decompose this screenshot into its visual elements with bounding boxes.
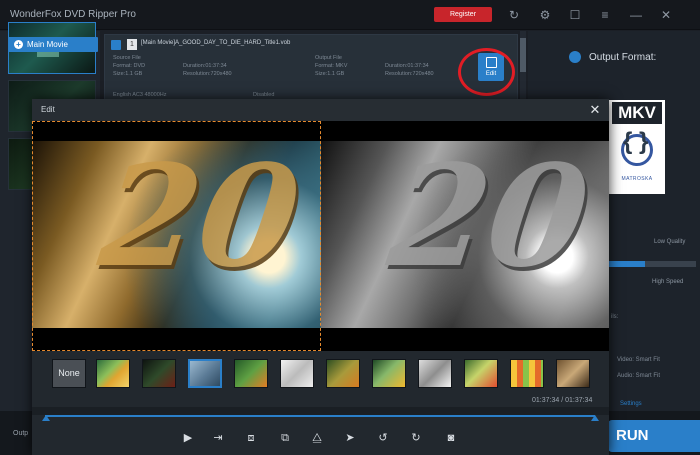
file-row[interactable]: 1 [Main Movie]A_GOOD_DAY_TO_DIE_HARD_Tit… — [104, 34, 518, 100]
edit-dialog-title: Edit — [41, 105, 55, 114]
main-movie-button[interactable]: + Main Movie — [8, 37, 98, 52]
quality-slider-track[interactable] — [645, 261, 696, 267]
audio-track[interactable]: English AC3 48000Hz — [113, 91, 167, 99]
audio-setting: Audio: Smart Fit — [617, 373, 661, 379]
format-badge-text: MKV — [612, 102, 662, 124]
output-size: Size:1.1 GB — [315, 71, 345, 77]
register-button[interactable]: Register — [434, 7, 492, 22]
format-badge[interactable]: MKV { } MATROSKA — [609, 100, 665, 194]
app-titlebar: WonderFox DVD Ripper Pro Register ↻ ⚙ ☐ … — [0, 0, 700, 30]
subtitle-track[interactable]: Disabled — [253, 91, 274, 99]
output-duration: Duration:01:37:34 — [385, 63, 429, 69]
file-checkbox[interactable] — [111, 40, 121, 50]
timeline-track[interactable] — [45, 415, 595, 417]
file-index: 1 — [127, 39, 137, 50]
close-icon[interactable]: ✕ — [657, 6, 675, 24]
snapshot-icon[interactable]: ◙ — [442, 429, 460, 447]
crop-selection[interactable] — [32, 121, 321, 351]
timeline-background — [32, 407, 609, 415]
filter-sepia[interactable] — [556, 359, 590, 388]
edit-dialog-titlebar: Edit ✕ — [32, 99, 609, 121]
flip-icon[interactable]: ⧋ — [308, 429, 326, 447]
source-resolution: Resolution:720x480 — [183, 71, 232, 77]
play-icon[interactable]: ▶ — [179, 429, 197, 447]
mark-out-icon[interactable]: ⧉ — [276, 429, 294, 447]
trim-end-handle[interactable] — [591, 415, 599, 421]
refresh-icon[interactable]: ↻ — [505, 6, 523, 24]
quality-slider-fill[interactable] — [609, 261, 645, 267]
quality-high-label: High Speed — [652, 279, 684, 285]
source-size: Size:1.1 GB — [113, 71, 143, 77]
output-format-icon — [569, 51, 581, 63]
app-title: WonderFox DVD Ripper Pro — [10, 9, 136, 20]
close-icon[interactable]: ✕ — [587, 102, 603, 118]
filter-strip: None — [52, 359, 592, 389]
output-folder-label: Outp — [13, 430, 29, 437]
filter-dark-leaf[interactable] — [142, 359, 176, 388]
trim-start-handle[interactable] — [42, 415, 50, 421]
edit-highlight-circle — [458, 48, 515, 96]
frame-logo: 20 — [364, 135, 609, 299]
gear-icon[interactable]: ⚙ — [536, 6, 554, 24]
plus-icon: + — [14, 40, 23, 49]
filter-color-grid[interactable] — [510, 359, 544, 388]
filter-green-leaf[interactable] — [234, 359, 268, 388]
help-icon[interactable]: ☐ — [566, 6, 584, 24]
rotate-left-icon[interactable]: ↺ — [374, 429, 392, 447]
filter-blue[interactable] — [188, 359, 222, 388]
time-display: 01:37:34 / 01:37:34 — [532, 397, 593, 404]
brace-icon: { } — [623, 128, 649, 155]
format-badge-sub: MATROSKA — [621, 176, 653, 182]
video-setting: Video: Smart Fit — [617, 357, 660, 363]
next-frame-icon[interactable]: ➤ — [341, 429, 359, 447]
effect-preview: 20 — [321, 121, 609, 351]
settings-icon[interactable]: ≡ — [596, 6, 614, 24]
rotate-right-icon[interactable]: ↻ — [407, 429, 425, 447]
filter-flower[interactable] — [96, 359, 130, 388]
source-heading: Source File — [113, 55, 141, 61]
filter-emboss[interactable] — [418, 359, 452, 388]
filter-warm[interactable] — [326, 359, 360, 388]
effect-video-frame: 20 — [321, 135, 609, 328]
source-format: Format: DVD — [113, 63, 146, 69]
step-forward-icon[interactable]: ⇥ — [209, 429, 227, 447]
run-button[interactable]: RUN — [608, 420, 700, 452]
filter-none[interactable]: None — [52, 359, 86, 388]
playback-controls: ▶ ⇥ ⧈ ⧉ ⧋ ➤ ↺ ↻ ◙ — [32, 423, 609, 455]
settings-link[interactable]: Settings — [620, 401, 642, 407]
file-name: [Main Movie]A_GOOD_DAY_TO_DIE_HARD_Title… — [141, 40, 291, 46]
output-format-label: Output Format: — [589, 52, 657, 63]
main-movie-label: Main Movie — [27, 40, 68, 49]
filter-green-leaf-2[interactable] — [372, 359, 406, 388]
source-duration: Duration:01:37:34 — [183, 63, 227, 69]
mark-in-icon[interactable]: ⧈ — [242, 429, 260, 447]
edit-dialog: Edit ✕ 20 20 None 01:37:34 / 01:37:34 ▶ … — [32, 99, 609, 455]
filter-red-flower[interactable] — [464, 359, 498, 388]
list-scrollbar-thumb[interactable] — [520, 38, 526, 72]
filter-sketch[interactable] — [280, 359, 314, 388]
settings-heading: ils: — [611, 314, 619, 320]
quality-low-label: Low Quality — [654, 239, 686, 245]
output-format: Format: MKV — [315, 63, 348, 69]
minimize-icon[interactable]: — — [627, 6, 645, 24]
output-heading: Output File — [315, 55, 342, 61]
output-resolution: Resolution:720x480 — [385, 71, 434, 77]
